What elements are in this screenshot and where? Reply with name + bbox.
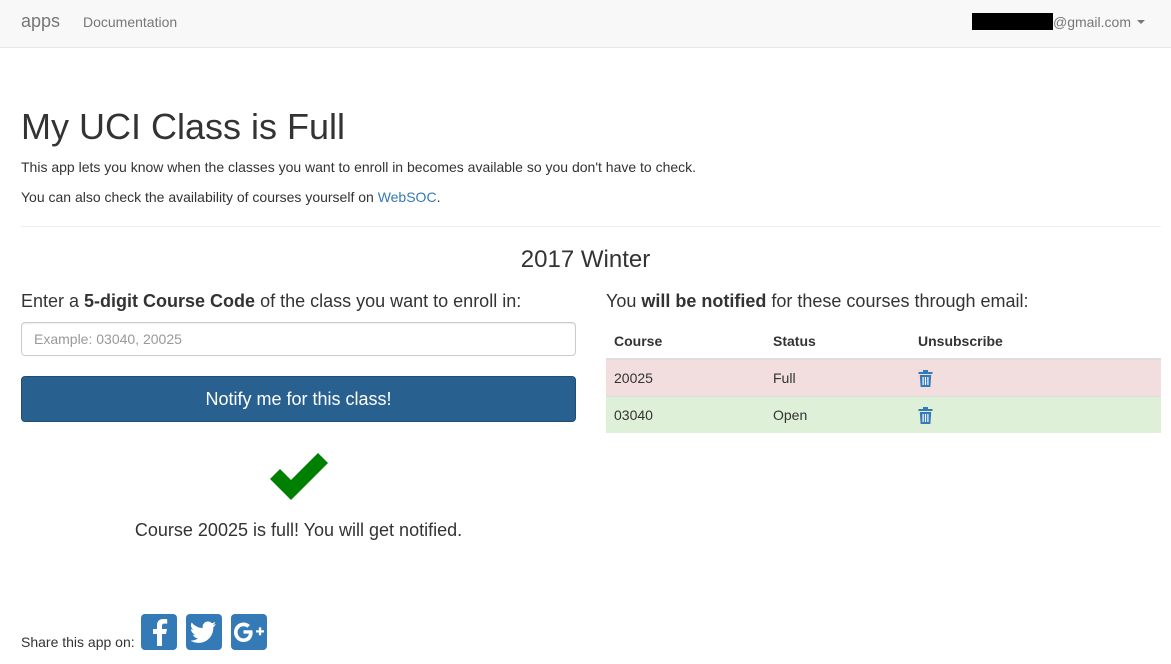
websoc-text-suffix: . [436,189,441,205]
term-heading: 2017 Winter [520,246,651,273]
intro-text: This app lets you know when the classes … [21,159,697,175]
redacted-username [971,13,1053,30]
column-header-course: Course [606,323,765,360]
websoc-text: You can also check the availability of c… [21,189,440,205]
notified-label-suffix: for these courses through email: [766,291,1029,311]
unsubscribe-cell [910,395,1161,433]
top-navbar: apps Documentation @gmail.com [0,0,1171,48]
course-code-input[interactable] [21,322,576,356]
documentation-link[interactable]: Documentation [83,14,177,30]
divider [21,226,1161,227]
user-account-dropdown[interactable]: @gmail.com [971,13,1145,30]
page-title: My UCI Class is Full [21,106,346,147]
notified-label-bold: will be notified [641,291,767,311]
course-code-cell: 03040 [606,395,765,433]
table-row: 03040 Open [606,395,1161,433]
course-code-label-bold: 5-digit Course Code [84,291,256,311]
trash-icon[interactable] [918,369,933,387]
twitter-icon[interactable] [186,614,222,650]
course-code-label-prefix: Enter a [21,291,85,311]
notify-button[interactable]: Notify me for this class! [21,376,576,422]
notified-label-prefix: You [606,291,642,311]
table-header-row: Course Status Unsubscribe [606,323,1161,360]
user-email-suffix: @gmail.com [1052,13,1131,30]
brand-link[interactable]: apps [21,11,60,32]
column-header-status: Status [765,323,910,360]
column-header-unsubscribe: Unsubscribe [910,323,1161,360]
notified-courses-label: You will be notified for these courses t… [606,291,1029,312]
table-row: 20025 Full [606,358,1161,396]
course-code-cell: 20025 [606,358,765,396]
course-code-label-suffix: of the class you want to enroll in: [255,291,522,311]
checkmark-icon [270,453,328,500]
status-cell: Full [765,358,910,396]
subscriptions-table: Course Status Unsubscribe 20025 Full 030… [606,323,1161,433]
status-cell: Open [765,395,910,433]
websoc-link[interactable]: WebSOC [378,189,437,205]
course-code-label: Enter a 5-digit Course Code of the class… [21,291,521,312]
share-icons [141,614,267,650]
facebook-icon[interactable] [141,614,177,650]
caret-down-icon [1137,19,1145,24]
result-message: Course 20025 is full! You will get notif… [134,520,463,540]
unsubscribe-cell [910,358,1161,396]
google-plus-icon[interactable] [231,614,267,650]
websoc-text-prefix: You can also check the availability of c… [21,189,378,205]
trash-icon[interactable] [918,406,933,424]
share-label: Share this app on: [21,634,135,650]
